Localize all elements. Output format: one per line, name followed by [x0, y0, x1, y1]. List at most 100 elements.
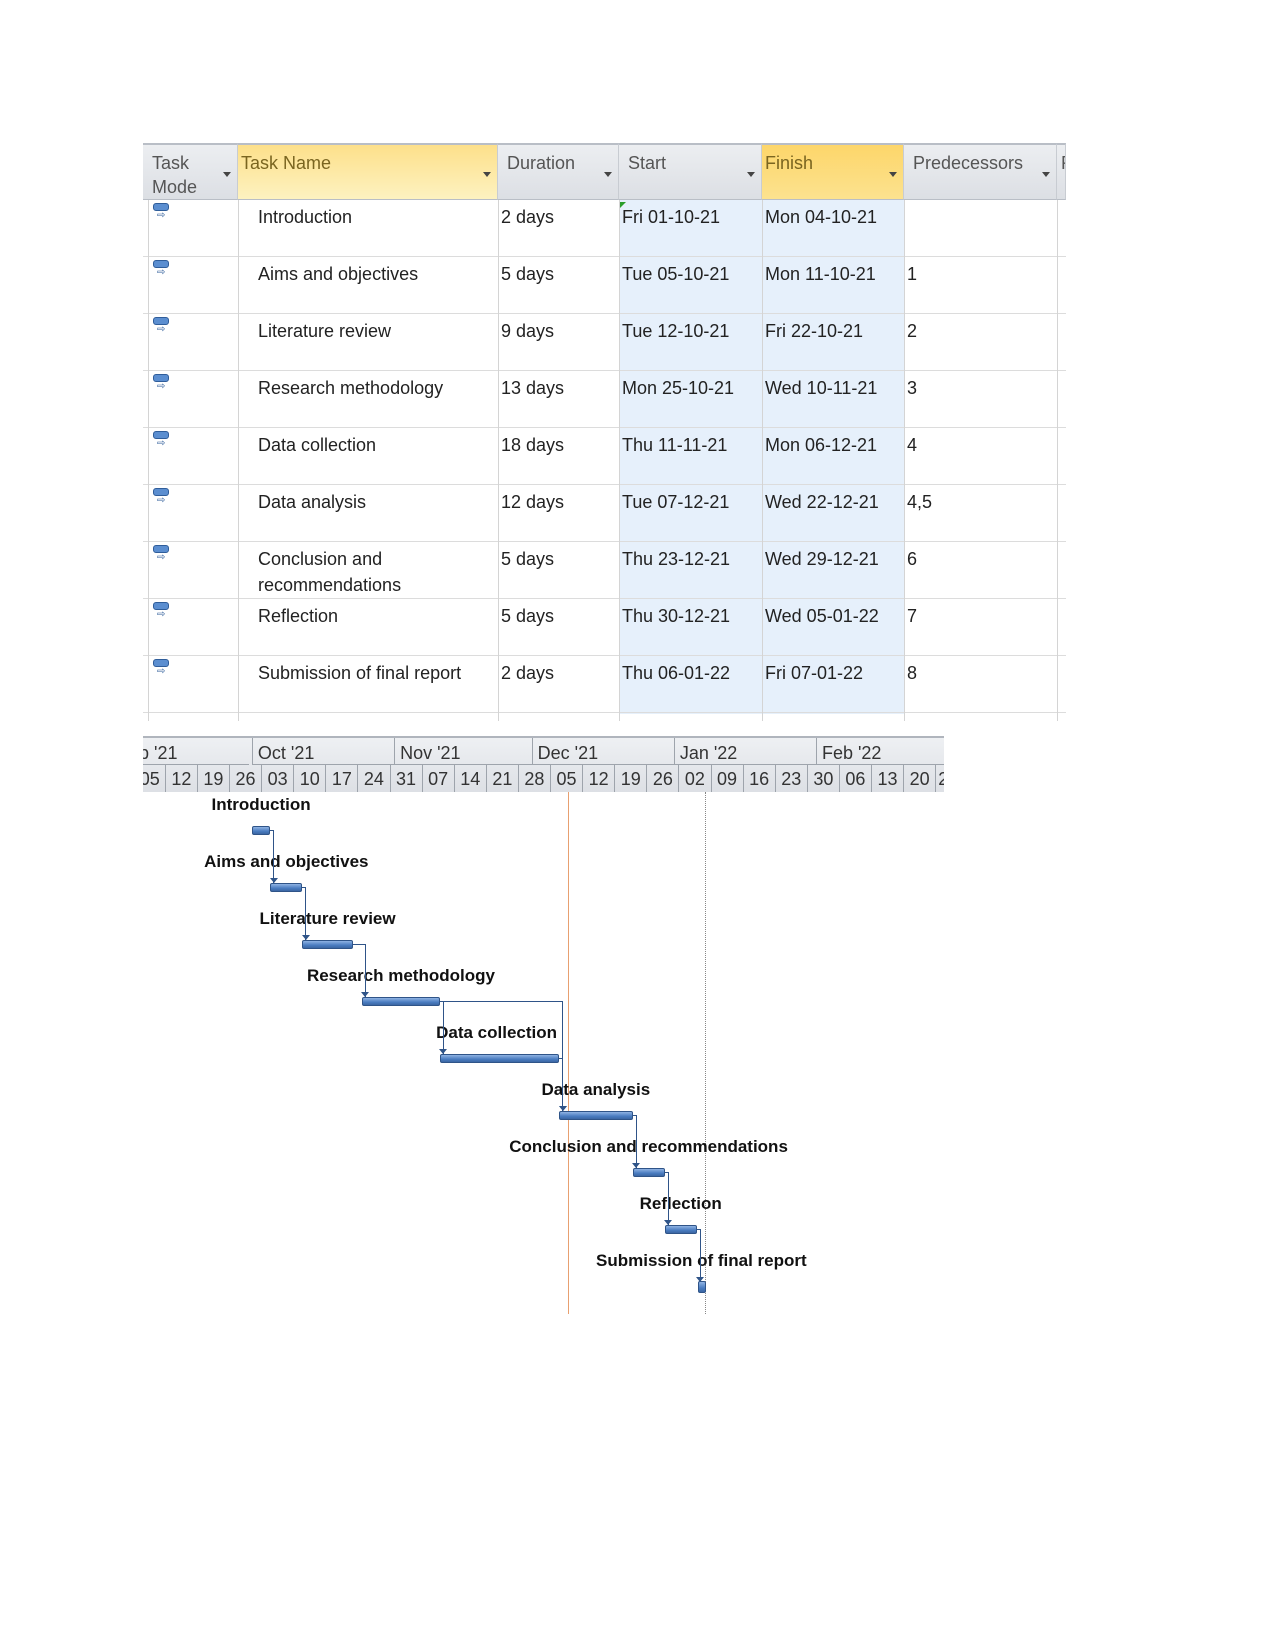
timescale-week: 19	[196, 765, 229, 792]
column-filter-dropdown-icon[interactable]	[223, 172, 231, 177]
table-row[interactable]: ⇨ Conclusion and recommendations 5 days Thu…	[143, 542, 1066, 599]
column-header-mode[interactable]: Task Mode	[143, 143, 238, 200]
timescale-week: 16	[742, 765, 775, 792]
cell-duration[interactable]: 12 days	[501, 489, 564, 515]
timescale-week: 09	[710, 765, 743, 792]
table-row[interactable]: ⇨ Submission of final report 2 days Thu 06-…	[143, 656, 1066, 713]
gantt-bar[interactable]	[664, 1225, 697, 1234]
gantt-bar[interactable]	[361, 997, 440, 1006]
cell-name[interactable]: Literature review	[258, 318, 493, 344]
cell-name[interactable]: Data analysis	[258, 489, 493, 515]
gantt-bar[interactable]	[439, 1054, 560, 1063]
gantt-bar[interactable]	[251, 826, 271, 835]
timescale-week: 23	[774, 765, 807, 792]
column-header-label: Task Name	[241, 153, 332, 173]
cell-pred[interactable]: 4	[907, 432, 917, 458]
cell-finish[interactable]: Wed 10-11-21	[765, 375, 877, 401]
table-row[interactable]: ⇨ Introduction 2 days Fri 01-10-21 Mon 04-10…	[143, 200, 1066, 257]
cell-pred[interactable]: 2	[907, 318, 917, 344]
cell-finish[interactable]: Mon 04-10-21	[765, 204, 877, 230]
dependency-arrow-icon	[632, 1163, 641, 1168]
cell-start[interactable]: Thu 11-11-21	[622, 432, 727, 458]
cell-start[interactable]: Tue 05-10-21	[622, 261, 729, 287]
column-header-next[interactable]: R	[1057, 143, 1066, 200]
cell-start[interactable]: Tue 07-12-21	[622, 489, 729, 515]
auto-scheduled-task-icon: ⇨	[153, 374, 169, 392]
cell-start[interactable]: Thu 23-12-21	[622, 546, 730, 572]
cell-start[interactable]: Mon 25-10-21	[622, 375, 734, 401]
cell-pred[interactable]: 8	[907, 660, 917, 686]
cell-finish[interactable]: Wed 22-12-21	[765, 489, 879, 515]
gantt-bar[interactable]	[632, 1168, 665, 1177]
cell-name[interactable]: Reflection	[258, 603, 493, 629]
timescale-week: 14	[453, 765, 486, 792]
cell-name[interactable]: Introduction	[258, 204, 493, 230]
column-divider	[498, 200, 499, 721]
cell-name[interactable]: Aims and objectives	[258, 261, 493, 287]
table-row[interactable]: ⇨ Research methodology 13 days Mon 25-10-21…	[143, 371, 1066, 428]
timescale-week: 31	[389, 765, 422, 792]
cell-finish[interactable]: Fri 07-01-22	[765, 660, 863, 686]
column-header-pred[interactable]: Predecessors	[904, 143, 1057, 200]
timescale-week: 03	[261, 765, 293, 792]
cell-finish[interactable]: Fri 22-10-21	[765, 318, 863, 344]
table-row[interactable]: ⇨ Reflection 5 days Thu 30-12-21 Wed 05-01-2…	[143, 599, 1066, 656]
dependency-arrow-icon	[361, 992, 370, 997]
gantt-bar[interactable]	[302, 940, 353, 949]
cell-duration[interactable]: 2 days	[501, 660, 554, 686]
column-divider	[904, 200, 905, 721]
timescale-week: 17	[325, 765, 357, 792]
cell-pred[interactable]: 3	[907, 375, 917, 401]
cell-pred[interactable]: 6	[907, 546, 917, 572]
table-row[interactable]: ⇨ Data collection 18 days Thu 11-11-21 Mon 0…	[143, 428, 1066, 485]
column-header-duration[interactable]: Duration	[498, 143, 619, 200]
cell-pred[interactable]: 4,5	[907, 489, 932, 515]
cell-finish[interactable]: Mon 11-10-21	[765, 261, 876, 287]
cell-name[interactable]: Research methodology	[258, 375, 493, 401]
cell-duration[interactable]: 5 days	[501, 261, 554, 287]
cell-finish[interactable]: Wed 05-01-22	[765, 603, 879, 629]
cell-duration[interactable]: 18 days	[501, 432, 564, 458]
column-header-finish[interactable]: Finish	[762, 143, 904, 200]
table-row[interactable]: ⇨ Data analysis 12 days Tue 07-12-21 Wed 22-…	[143, 485, 1066, 542]
cell-finish[interactable]: Mon 06-12-21	[765, 432, 877, 458]
column-filter-dropdown-icon[interactable]	[483, 172, 491, 177]
cell-duration[interactable]: 13 days	[501, 375, 564, 401]
cell-name[interactable]: Data collection	[258, 432, 493, 458]
cell-duration[interactable]: 2 days	[501, 204, 554, 230]
cell-name[interactable]: Conclusion and recommendations	[258, 546, 493, 598]
column-filter-dropdown-icon[interactable]	[604, 172, 612, 177]
cell-finish[interactable]: Wed 29-12-21	[765, 546, 879, 572]
cell-pred[interactable]: 1	[907, 261, 917, 287]
cell-start[interactable]: Thu 06-01-22	[622, 660, 730, 686]
timescale-week: 13	[871, 765, 903, 792]
column-filter-dropdown-icon[interactable]	[747, 172, 755, 177]
table-row[interactable]: ⇨ Aims and objectives 5 days Tue 05-10-21 Mo…	[143, 257, 1066, 314]
column-divider	[148, 200, 149, 721]
auto-scheduled-task-icon: ⇨	[153, 260, 169, 278]
cell-name[interactable]: Submission of final report	[258, 660, 493, 686]
timescale-week: 06	[838, 765, 871, 792]
timescale-week: 07	[421, 765, 454, 792]
table-row[interactable]: ⇨ Literature review 9 days Tue 12-10-21 Fri …	[143, 314, 1066, 371]
cell-duration[interactable]: 9 days	[501, 318, 554, 344]
gantt-chart: Introduction Aims and objectives Literatur…	[143, 792, 944, 1314]
cell-pred[interactable]: 7	[907, 603, 917, 629]
cell-duration[interactable]: 5 days	[501, 603, 554, 629]
gantt-bar[interactable]	[270, 883, 303, 892]
column-filter-dropdown-icon[interactable]	[1042, 172, 1050, 177]
timescale-month: p '21	[143, 738, 249, 765]
dependency-arrow-icon	[664, 1220, 673, 1225]
column-divider	[619, 200, 620, 721]
cell-duration[interactable]: 5 days	[501, 546, 554, 572]
column-header-start[interactable]: Start	[619, 143, 762, 200]
gantt-bar[interactable]	[559, 1111, 633, 1120]
gantt-bar[interactable]	[697, 1281, 706, 1293]
cell-start[interactable]: Fri 01-10-21	[622, 204, 720, 230]
cell-start[interactable]: Thu 30-12-21	[622, 603, 730, 629]
auto-scheduled-task-icon: ⇨	[153, 317, 169, 335]
column-header-name[interactable]: Task Name	[238, 143, 498, 200]
column-filter-dropdown-icon[interactable]	[889, 172, 897, 177]
column-divider	[762, 200, 763, 721]
cell-start[interactable]: Tue 12-10-21	[622, 318, 729, 344]
